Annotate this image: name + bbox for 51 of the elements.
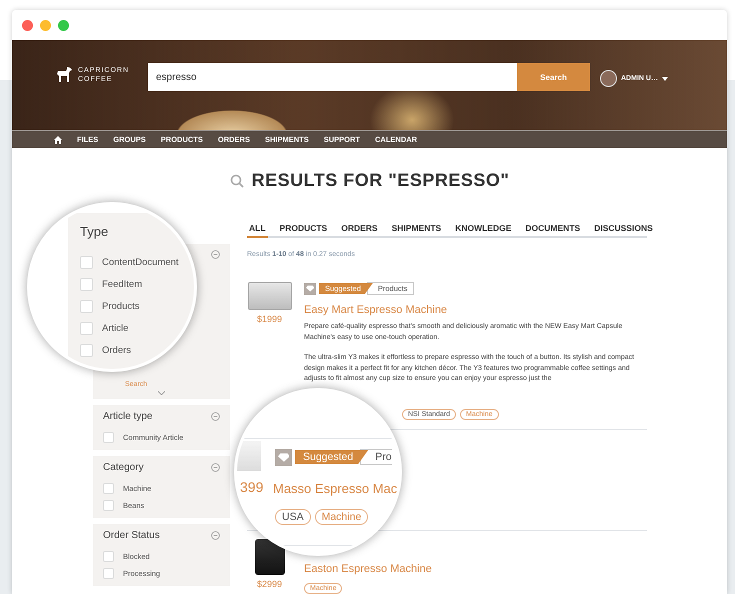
checkbox[interactable]: [103, 500, 114, 511]
option-label: FeedItem: [102, 278, 142, 290]
tab[interactable]: DOCUMENTS: [523, 223, 582, 238]
tab[interactable]: SHIPMENTS: [390, 223, 444, 238]
tab[interactable]: ORDERS: [339, 223, 380, 238]
tab[interactable]: ALL: [247, 223, 268, 238]
search-icon: [230, 174, 244, 188]
caret-icon[interactable]: [662, 76, 668, 80]
price: $1999: [256, 314, 282, 324]
checkbox[interactable]: [103, 483, 114, 494]
checkbox[interactable]: [103, 432, 114, 443]
tag[interactable]: USA: [275, 508, 311, 524]
product-photo: [254, 538, 284, 574]
diamond-icon: [304, 282, 316, 294]
option-label: Products: [102, 300, 140, 312]
chevron-down-icon[interactable]: [158, 391, 165, 395]
product-photo: [237, 440, 261, 470]
product-photo: [248, 282, 292, 310]
option-label: Article: [102, 322, 128, 334]
collapse-icon[interactable]: [211, 463, 220, 472]
collapse-icon[interactable]: [211, 250, 220, 259]
checkbox[interactable]: [80, 278, 93, 290]
avatar[interactable]: [600, 70, 617, 87]
collapse-icon[interactable]: [211, 531, 220, 540]
window-control[interactable]: [22, 20, 33, 30]
tab[interactable]: KNOWLEDGE: [453, 223, 514, 238]
search-field[interactable]: espresso: [148, 63, 517, 91]
window-control[interactable]: [58, 20, 69, 30]
filter-title: Article type: [103, 411, 152, 422]
checkbox[interactable]: [80, 322, 93, 334]
option-label: Orders: [102, 344, 132, 356]
tab[interactable]: DISCUSSIONS: [592, 223, 655, 238]
filter-title: Type: [80, 224, 108, 239]
checkbox[interactable]: [80, 256, 93, 268]
filter-title: Order Status: [103, 530, 160, 541]
checkbox[interactable]: [103, 568, 114, 579]
goat-logo-icon: [54, 65, 74, 85]
option-label: ContentDocument: [102, 256, 179, 268]
tab[interactable]: PRODUCTS: [278, 223, 330, 238]
checkbox[interactable]: [80, 300, 93, 312]
checkbox[interactable]: [103, 551, 114, 562]
type-label: Pro: [360, 449, 392, 465]
filter-title: Category: [103, 462, 144, 473]
window-control[interactable]: [40, 20, 51, 30]
price: $2999: [256, 578, 282, 588]
home-icon[interactable]: [54, 136, 62, 144]
page-heading: RESULTS FOR "ESPRESSO": [252, 170, 510, 191]
suggested-label: Suggested: [295, 450, 368, 464]
price: 399: [240, 478, 264, 494]
collapse-icon[interactable]: [211, 412, 220, 421]
checkbox[interactable]: [80, 344, 93, 356]
